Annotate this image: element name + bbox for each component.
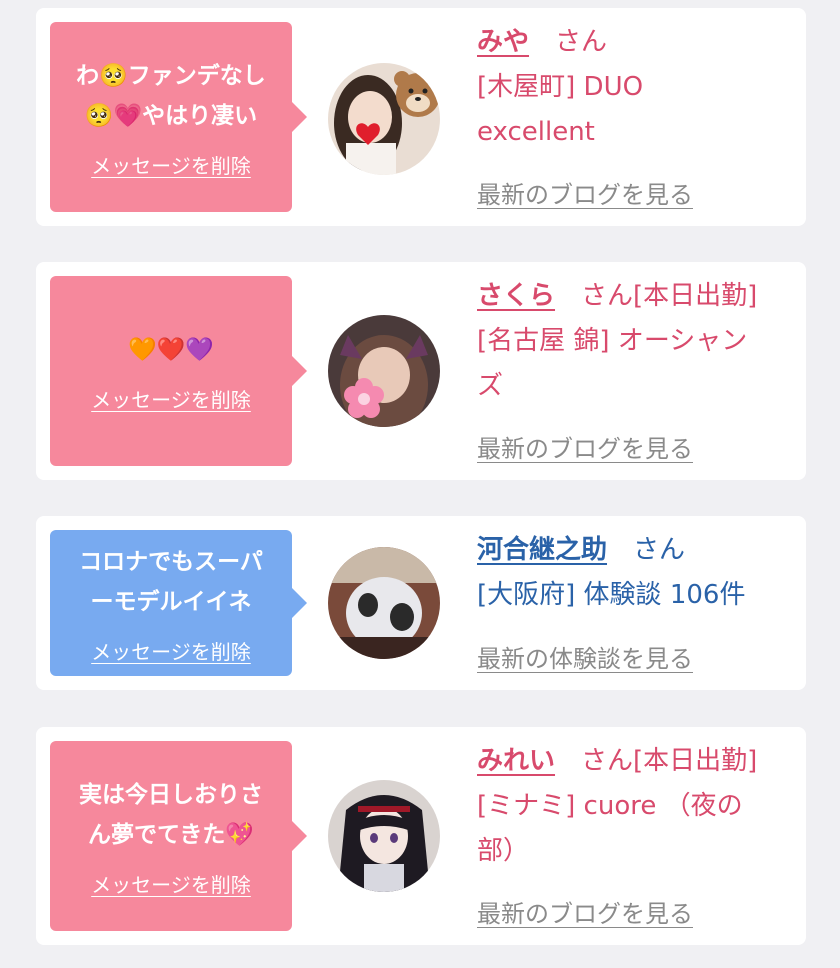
delete-message-link[interactable]: メッセージを削除 <box>91 150 251 179</box>
avatar[interactable] <box>328 547 440 659</box>
message-card: コロナでもスーパ ーモデルイイネ メッセージを削除 河合継之助 さん [大阪府] … <box>36 516 806 690</box>
message-text: 🧡❤️💜 <box>128 336 214 363</box>
delete-message-link[interactable]: メッセージを削除 <box>91 384 251 413</box>
profile-info: みれい さん[本日出勤] [ミナミ] cuore （夜の 部） <box>477 739 797 874</box>
message-bubble: 実は今日しおりさ ん夢でてきた💖 メッセージを削除 <box>50 741 307 931</box>
delete-message-link[interactable]: メッセージを削除 <box>91 636 251 665</box>
honorific: さん <box>633 535 686 565</box>
profile-details: [大阪府] 体験談 106件 <box>477 580 746 610</box>
latest-experience-link[interactable]: 最新の体験談を見る <box>477 639 693 674</box>
profile-details: [ミナミ] cuore （夜の 部） <box>477 791 743 866</box>
message-bubble: わ🥺ファンデなし 🥺💗やはり凄い メッセージを削除 <box>50 22 307 212</box>
delete-message-link[interactable]: メッセージを削除 <box>91 869 251 898</box>
message-text: わ🥺ファンデなし 🥺💗やはり凄い <box>76 62 266 129</box>
profile-info: みや さん [木屋町] DUO excellent <box>477 20 797 155</box>
name-line: みれい さん[本日出勤] <box>477 739 797 784</box>
name-line: 河合継之助 さん <box>477 528 797 573</box>
avatar[interactable] <box>328 780 440 892</box>
honorific: さん[本日出勤] <box>581 281 758 311</box>
message-card: わ🥺ファンデなし 🥺💗やはり凄い メッセージを削除 みや さん [木屋町] DUO… <box>36 8 806 226</box>
profile-info: さくら さん[本日出勤] [名古屋 錦] オーシャン ズ <box>477 274 797 409</box>
profile-details: [木屋町] DUO excellent <box>477 72 644 147</box>
message-text: コロナでもスーパ ーモデルイイネ <box>79 548 263 615</box>
profile-name-link[interactable]: みや <box>477 27 529 57</box>
avatar[interactable] <box>328 63 440 175</box>
message-text: 実は今日しおりさ ん夢でてきた💖 <box>79 781 263 848</box>
name-line: みや さん <box>477 20 797 65</box>
avatar[interactable] <box>328 315 440 427</box>
latest-blog-link[interactable]: 最新のブログを見る <box>477 894 693 929</box>
profile-name-link[interactable]: みれい <box>477 746 555 776</box>
profile-name-link[interactable]: さくら <box>477 281 555 311</box>
profile-info: 河合継之助 さん [大阪府] 体験談 106件 <box>477 528 797 618</box>
message-bubble: コロナでもスーパ ーモデルイイネ メッセージを削除 <box>50 530 307 676</box>
profile-details: [名古屋 錦] オーシャン ズ <box>477 326 748 401</box>
name-line: さくら さん[本日出勤] <box>477 274 797 319</box>
message-card: 🧡❤️💜 メッセージを削除 さくら さん[本日出勤] [名古屋 錦] オーシャン … <box>36 262 806 480</box>
message-card: 実は今日しおりさ ん夢でてきた💖 メッセージを削除 みれい さん[本日出勤] [ミ… <box>36 727 806 945</box>
honorific: さん <box>555 27 608 57</box>
latest-blog-link[interactable]: 最新のブログを見る <box>477 175 693 210</box>
latest-blog-link[interactable]: 最新のブログを見る <box>477 429 693 464</box>
profile-name-link[interactable]: 河合継之助 <box>477 535 607 565</box>
honorific: さん[本日出勤] <box>581 746 758 776</box>
message-bubble: 🧡❤️💜 メッセージを削除 <box>50 276 307 466</box>
